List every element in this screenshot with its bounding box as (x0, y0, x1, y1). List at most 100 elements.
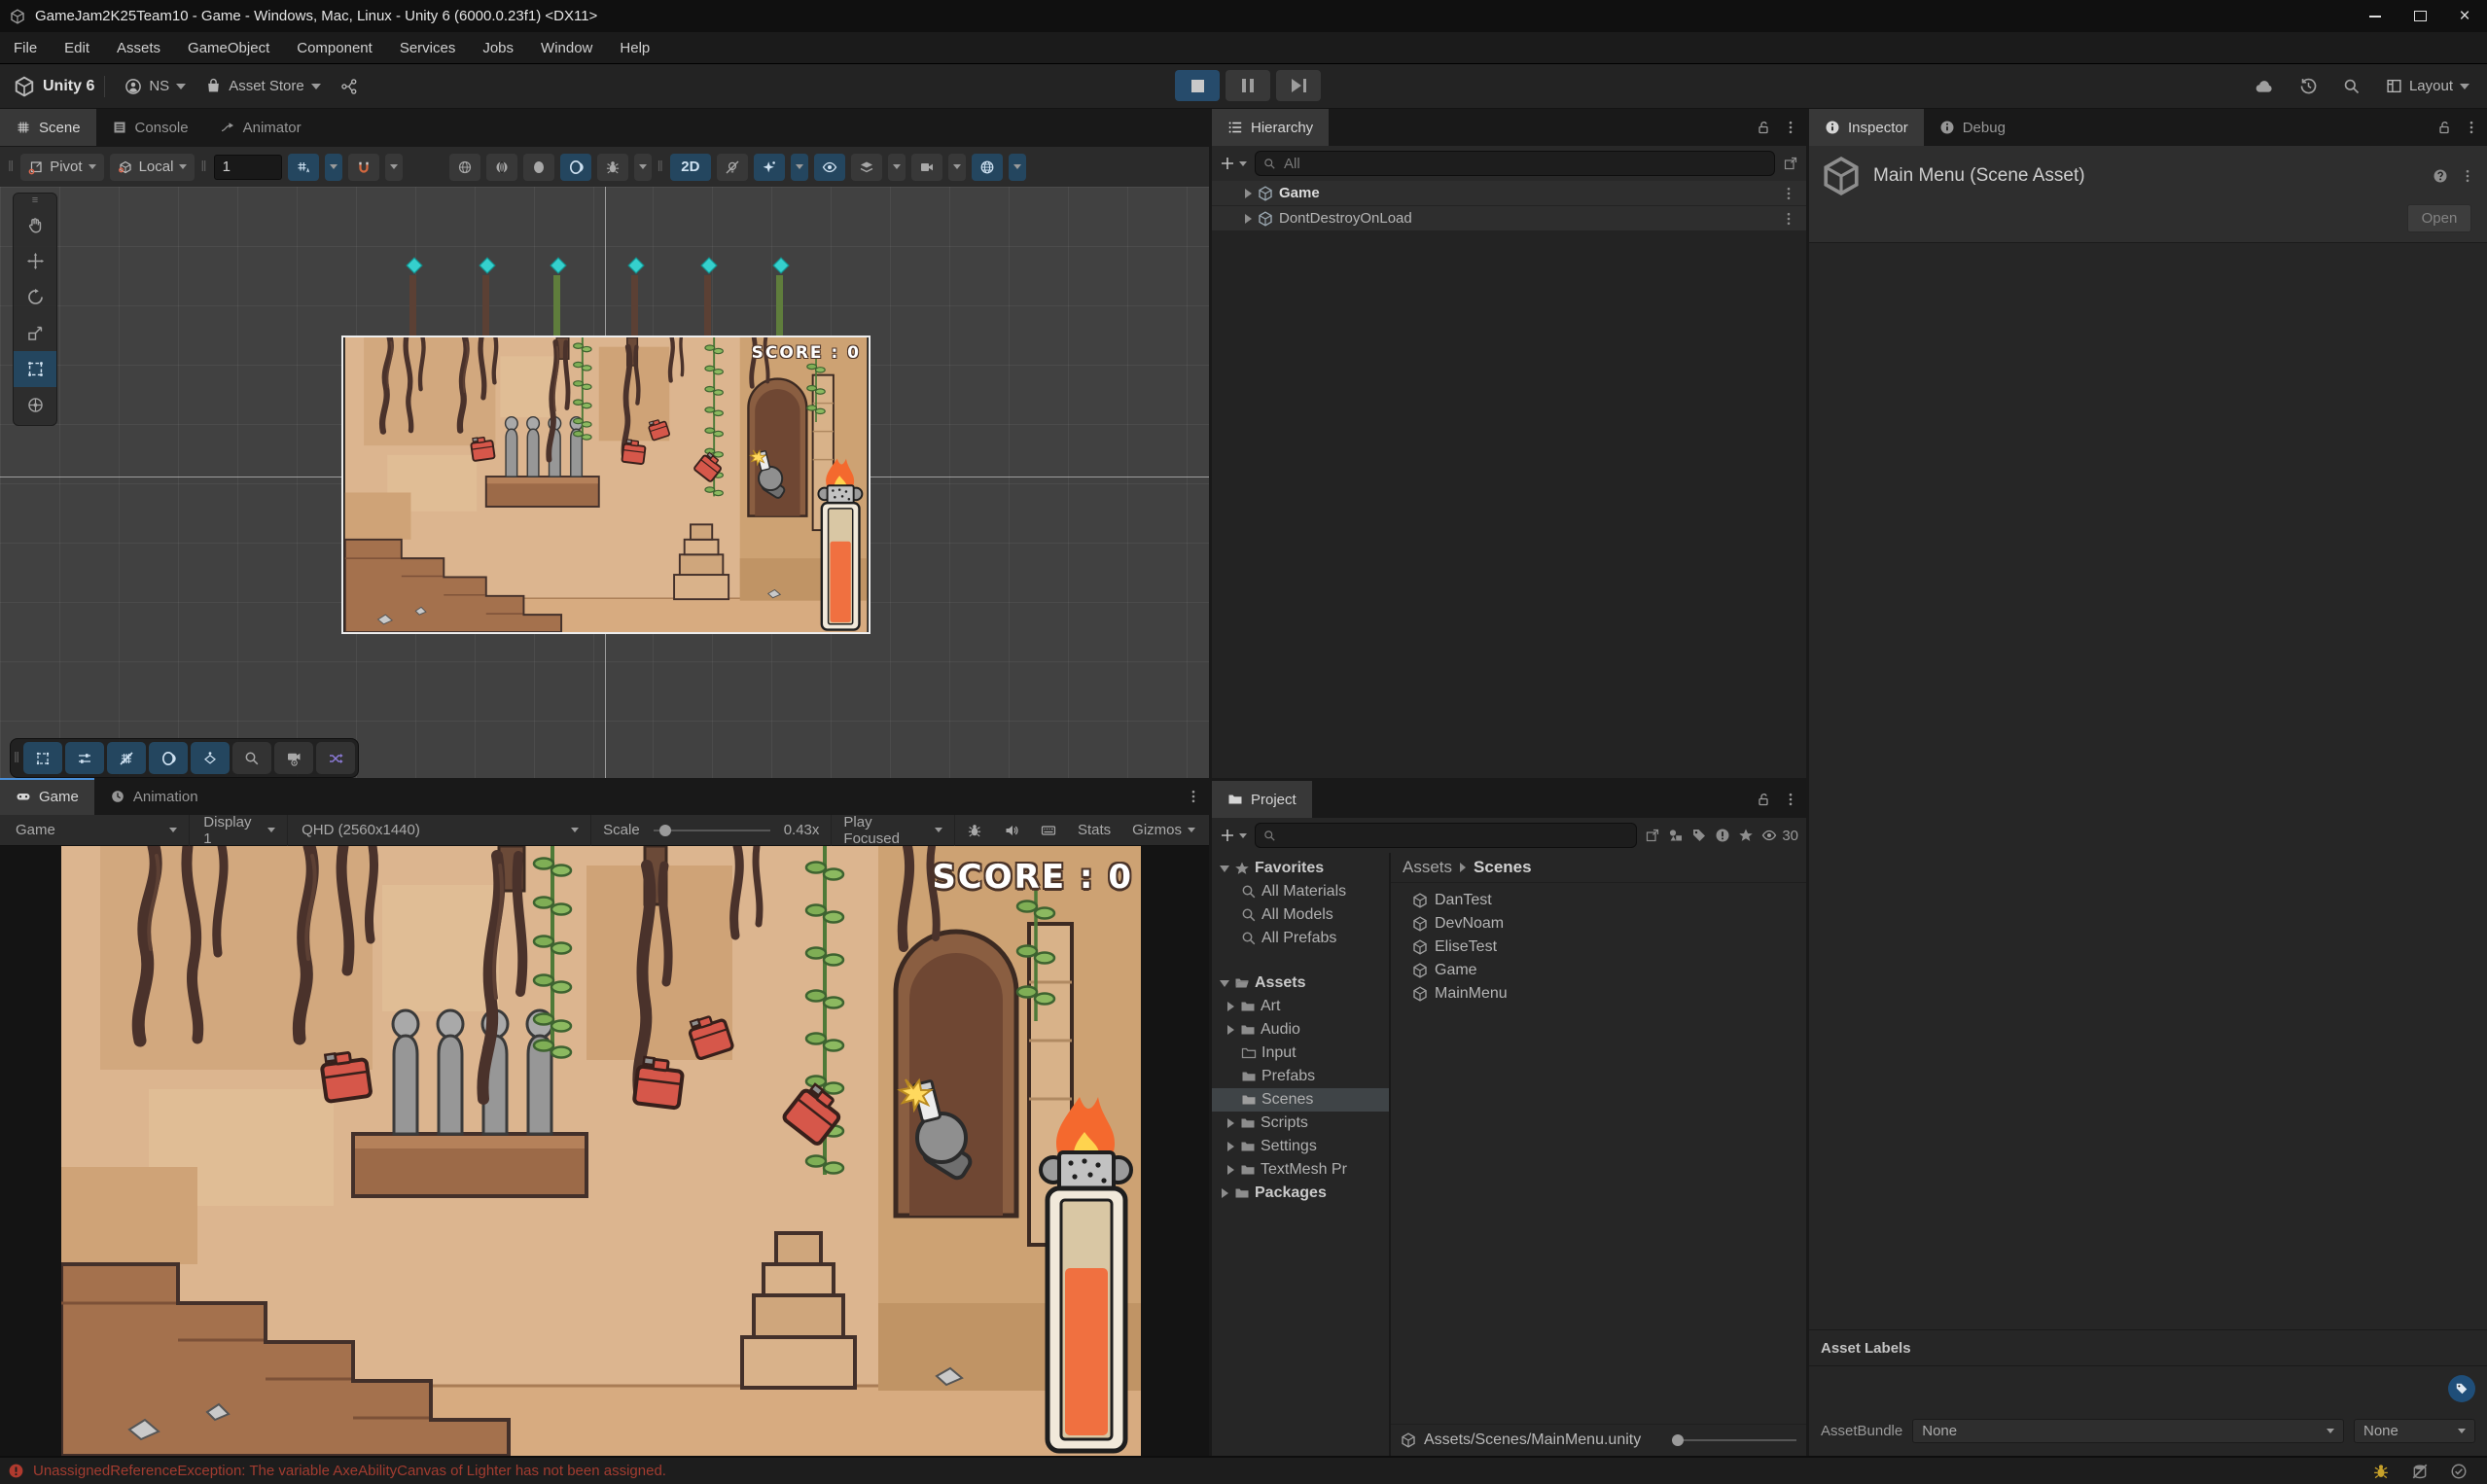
tab-console[interactable]: Console (96, 109, 204, 146)
tree-folder-scenes[interactable]: Scenes (1212, 1088, 1389, 1112)
tree-folder-prefabs[interactable]: Prefabs (1212, 1065, 1389, 1088)
mute-audio-button[interactable] (994, 815, 1029, 846)
expand-arrow-icon[interactable] (1227, 1165, 1234, 1175)
visible-items-counter[interactable]: 30 (1761, 828, 1798, 844)
debug-draw-caret[interactable] (634, 154, 652, 181)
scene-visibility-button[interactable] (814, 154, 845, 181)
tab-animation[interactable]: Animation (94, 778, 214, 815)
create-object-dropdown[interactable] (1220, 156, 1247, 171)
view-hand-tool[interactable] (14, 207, 56, 243)
favorites-star-icon[interactable] (1738, 828, 1754, 843)
gizmos-toggle-caret[interactable] (1009, 154, 1026, 181)
gizmo-diamond-icon[interactable] (551, 258, 567, 274)
pause-button[interactable] (1226, 70, 1270, 101)
maximize-button[interactable] (2398, 0, 2442, 32)
search-by-label-icon[interactable] (1691, 828, 1707, 843)
tab-hierarchy[interactable]: Hierarchy (1212, 109, 1329, 146)
game-viewport[interactable]: SCORE : 0 (0, 846, 1209, 1456)
assetbundle-variant-dropdown[interactable]: None (2354, 1419, 2475, 1443)
gizmo-diamond-icon[interactable] (701, 258, 718, 274)
tab-game[interactable]: Game (0, 778, 94, 815)
layers-button[interactable] (851, 154, 882, 181)
vine-object[interactable] (776, 275, 783, 337)
expand-arrow-icon[interactable] (1245, 189, 1252, 198)
tab-scene[interactable]: Scene (0, 109, 96, 146)
tree-all-materials[interactable]: All Materials (1212, 880, 1389, 903)
toggle-2d-button[interactable]: 2D (670, 154, 711, 181)
stats-button[interactable]: Stats (1068, 815, 1120, 846)
transform-tool[interactable] (14, 387, 56, 423)
scale-slider[interactable] (654, 830, 770, 831)
collapse-arrow-icon[interactable] (1220, 866, 1229, 872)
menu-help[interactable]: Help (606, 32, 663, 63)
account-dropdown[interactable]: NS (124, 78, 186, 95)
tree-object[interactable] (704, 275, 711, 337)
undo-history-icon[interactable] (2299, 77, 2318, 95)
tab-animator[interactable]: Animator (204, 109, 317, 146)
resolution-dropdown[interactable]: QHD (2560x1440) (290, 815, 591, 846)
layout-dropdown[interactable]: Layout (2386, 78, 2469, 94)
tab-debug[interactable]: Debug (1924, 109, 2021, 146)
hierarchy-search-input[interactable] (1282, 155, 1766, 173)
expand-arrow-icon[interactable] (1227, 1142, 1234, 1151)
version-control-button[interactable] (340, 78, 358, 95)
scene-effects-button[interactable] (754, 154, 785, 181)
file-game[interactable]: Game (1412, 959, 1806, 982)
tree-folder-audio[interactable]: Audio (1212, 1018, 1389, 1042)
project-search-input[interactable] (1282, 827, 1628, 845)
breadcrumb-scenes[interactable]: Scenes (1474, 858, 1532, 877)
hierarchy-item-dontdestroyonload[interactable]: DontDestroyOnLoad (1212, 206, 1806, 230)
search-by-import-icon[interactable] (1715, 828, 1730, 843)
scene-search-button[interactable] (232, 742, 271, 774)
snap-magnet-caret[interactable] (385, 154, 403, 181)
expand-arrow-icon[interactable] (1227, 1118, 1234, 1128)
pivot-dropdown[interactable]: Pivot (20, 154, 103, 181)
scene-camera-button[interactable] (274, 742, 313, 774)
menu-file[interactable]: File (0, 32, 51, 63)
kebab-menu-icon[interactable] (1783, 120, 1798, 135)
display-dropdown[interactable]: Display 1 (192, 815, 288, 846)
gizmo-diamond-icon[interactable] (773, 258, 790, 274)
vsync-button[interactable] (1031, 815, 1066, 846)
expand-arrow-icon[interactable] (1227, 1025, 1234, 1035)
rect-tool[interactable] (14, 351, 56, 387)
status-error-message[interactable]: UnassignedReferenceException: The variab… (33, 1463, 666, 1479)
tree-object[interactable] (482, 275, 489, 337)
cache-server-disabled-icon[interactable] (2411, 1463, 2429, 1480)
unlock-icon[interactable] (1756, 792, 1771, 807)
tree-all-models[interactable]: All Models (1212, 903, 1389, 927)
scale-tool[interactable] (14, 315, 56, 351)
minimize-button[interactable] (2353, 0, 2398, 32)
file-dantest[interactable]: DanTest (1412, 889, 1806, 912)
search-by-type-icon[interactable] (1668, 828, 1684, 843)
camera-preview-frame[interactable]: SCORE : 0 (341, 336, 870, 634)
menu-edit[interactable]: Edit (51, 32, 103, 63)
menu-component[interactable]: Component (283, 32, 386, 63)
gizmos-dropdown[interactable]: Gizmos (1122, 815, 1205, 846)
close-button[interactable]: × (2442, 0, 2487, 32)
file-devnoam[interactable]: DevNoam (1412, 912, 1806, 936)
expand-arrow-icon[interactable] (1227, 1002, 1234, 1011)
rotate-tool[interactable] (14, 279, 56, 315)
background-tasks-icon[interactable] (2450, 1463, 2468, 1480)
camera-settings-caret[interactable] (948, 154, 966, 181)
asset-store-dropdown[interactable]: Asset Store (205, 78, 321, 94)
debugger-attached-icon[interactable] (2372, 1463, 2390, 1480)
create-asset-dropdown[interactable] (1220, 828, 1247, 843)
drag-handle[interactable]: ‖ (8, 159, 15, 175)
local-dropdown[interactable]: Local (110, 154, 195, 181)
debug-draw-button[interactable] (597, 154, 628, 181)
shading-wireframe-button[interactable] (449, 154, 480, 181)
grid-snap-caret[interactable] (325, 154, 342, 181)
shading-solid-button[interactable] (523, 154, 554, 181)
overlay-drag-handle[interactable]: ≡ (14, 194, 56, 207)
expand-arrow-icon[interactable] (1222, 1188, 1228, 1198)
help-icon[interactable] (2433, 168, 2448, 184)
shading-shaded-button[interactable] (560, 154, 591, 181)
shaded-view-button[interactable] (149, 742, 188, 774)
gizmo-diamond-icon[interactable] (407, 258, 423, 274)
kebab-menu-icon[interactable] (1781, 211, 1796, 227)
shading-half-button[interactable] (486, 154, 517, 181)
kebab-menu-icon[interactable] (1186, 789, 1201, 804)
gizmos-toggle-button[interactable] (972, 154, 1003, 181)
